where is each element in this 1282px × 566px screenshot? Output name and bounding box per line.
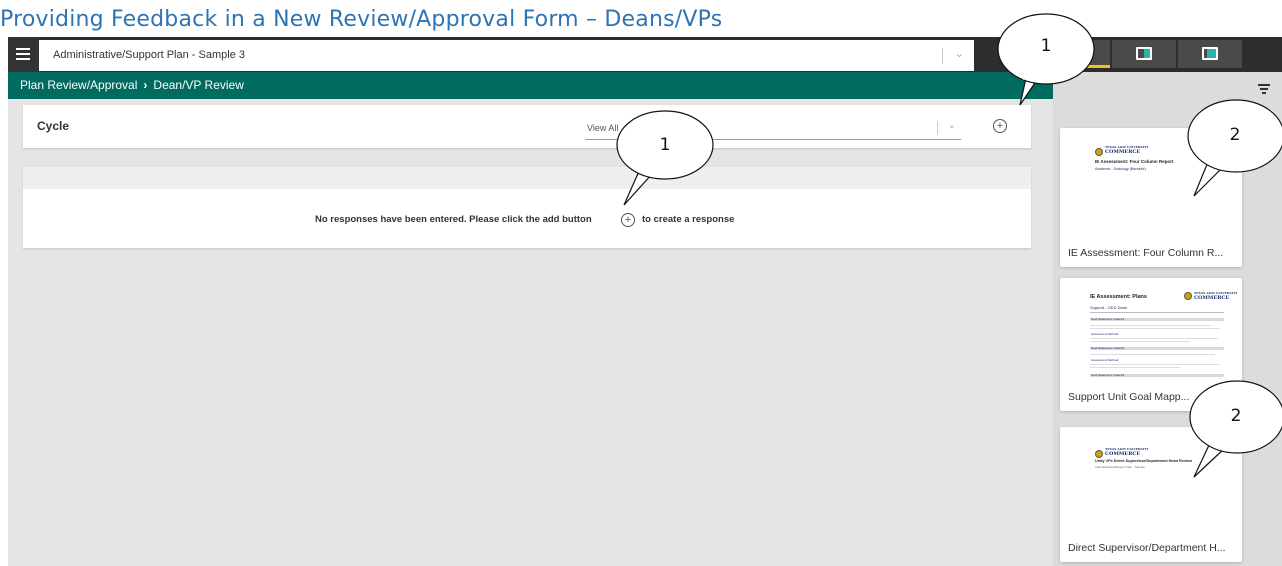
breadcrumb-item-dean-vp-review: Dean/VP Review <box>153 78 244 92</box>
thumb-brand: COMMERCE <box>1194 295 1230 301</box>
breadcrumb: Plan Review/Approval › Dean/VP Review <box>20 78 244 92</box>
select-divider <box>937 121 938 135</box>
report-card-label: Direct Supervisor/Department H... <box>1068 542 1226 554</box>
thumb-title: IE Assessment: Four Column Report <box>1095 159 1174 164</box>
callout-number: 1 <box>1040 36 1052 56</box>
university-logo-icon <box>1184 292 1192 300</box>
thumb-title: IE Assessment: Plans <box>1090 294 1147 300</box>
filter-icon[interactable] <box>1258 84 1270 94</box>
thumb-section: Assessment Method: <box>1091 358 1120 362</box>
thumb-subtitle: Academic - Sociology (Bachelor) <box>1095 167 1146 171</box>
university-logo-icon <box>1095 148 1103 156</box>
callout-1-top: 1 <box>993 12 1103 107</box>
thumb-subtitle: Administrative/Support Plan - Sample <box>1095 465 1145 469</box>
chevron-down-icon[interactable]: ⌄ <box>955 47 964 60</box>
select-divider <box>942 48 943 64</box>
callout-2-bottom: 2 <box>1182 377 1282 483</box>
report-card-label: Support Unit Goal Mapp... <box>1068 391 1190 403</box>
tab-side-panel-view[interactable] <box>1178 40 1242 68</box>
document-title: Providing Feedback in a New Review/Appro… <box>0 7 723 32</box>
tab-split-view[interactable] <box>1112 40 1176 68</box>
empty-responses-message-end: to create a response <box>642 214 735 225</box>
chevron-down-icon[interactable]: ⌄ <box>948 120 956 131</box>
callout-number: 2 <box>1230 406 1242 426</box>
add-cycle-button[interactable]: + <box>993 119 1007 133</box>
thumb-brand: COMMERCE <box>1105 149 1141 155</box>
breadcrumb-bar: Plan Review/Approval › Dean/VP Review <box>8 72 1053 99</box>
thumb-section: Goal Statement: Goal #1 <box>1091 317 1125 321</box>
breadcrumb-separator-icon: › <box>143 78 148 92</box>
thumb-section: Goal Statement: Goal #2 <box>1091 346 1125 350</box>
callout-number: 2 <box>1229 125 1241 145</box>
add-response-button[interactable]: + <box>621 213 635 227</box>
responses-card: No responses have been entered. Please c… <box>23 167 1031 248</box>
callout-number: 1 <box>659 135 671 155</box>
thumb-subtitle: Support - ODD Dean <box>1090 305 1128 310</box>
side-panel-view-icon <box>1202 47 1218 60</box>
thumb-section: Goal Statement: Goal #3 <box>1091 373 1125 377</box>
breadcrumb-item-plan-review[interactable]: Plan Review/Approval <box>20 78 137 92</box>
cycle-card: Cycle View All ⌄ + <box>23 105 1031 148</box>
thumb-section: Assessment Method: <box>1091 332 1120 336</box>
plan-select-value: Administrative/Support Plan - Sample 3 <box>53 49 245 61</box>
plan-select[interactable]: Administrative/Support Plan - Sample 3 ⌄ <box>39 40 974 71</box>
empty-responses-message: No responses have been entered. Please c… <box>315 214 592 225</box>
report-card-label: IE Assessment: Four Column R... <box>1068 247 1224 259</box>
thumb-brand: COMMERCE <box>1105 451 1141 457</box>
callout-2-top: 2 <box>1180 96 1282 200</box>
thumb-title: Unity VPs Direct Supervisor/Department H… <box>1095 459 1193 463</box>
report-thumbnail: IE Assessment: Plans TEXAS A&M UNIVERSIT… <box>1060 278 1242 383</box>
university-logo-icon <box>1095 450 1103 458</box>
cycle-label: Cycle <box>37 119 70 133</box>
callout-1-middle: 1 <box>612 108 722 208</box>
responses-header <box>23 167 1031 189</box>
split-view-icon <box>1136 47 1152 60</box>
hamburger-menu-icon[interactable] <box>8 37 39 72</box>
